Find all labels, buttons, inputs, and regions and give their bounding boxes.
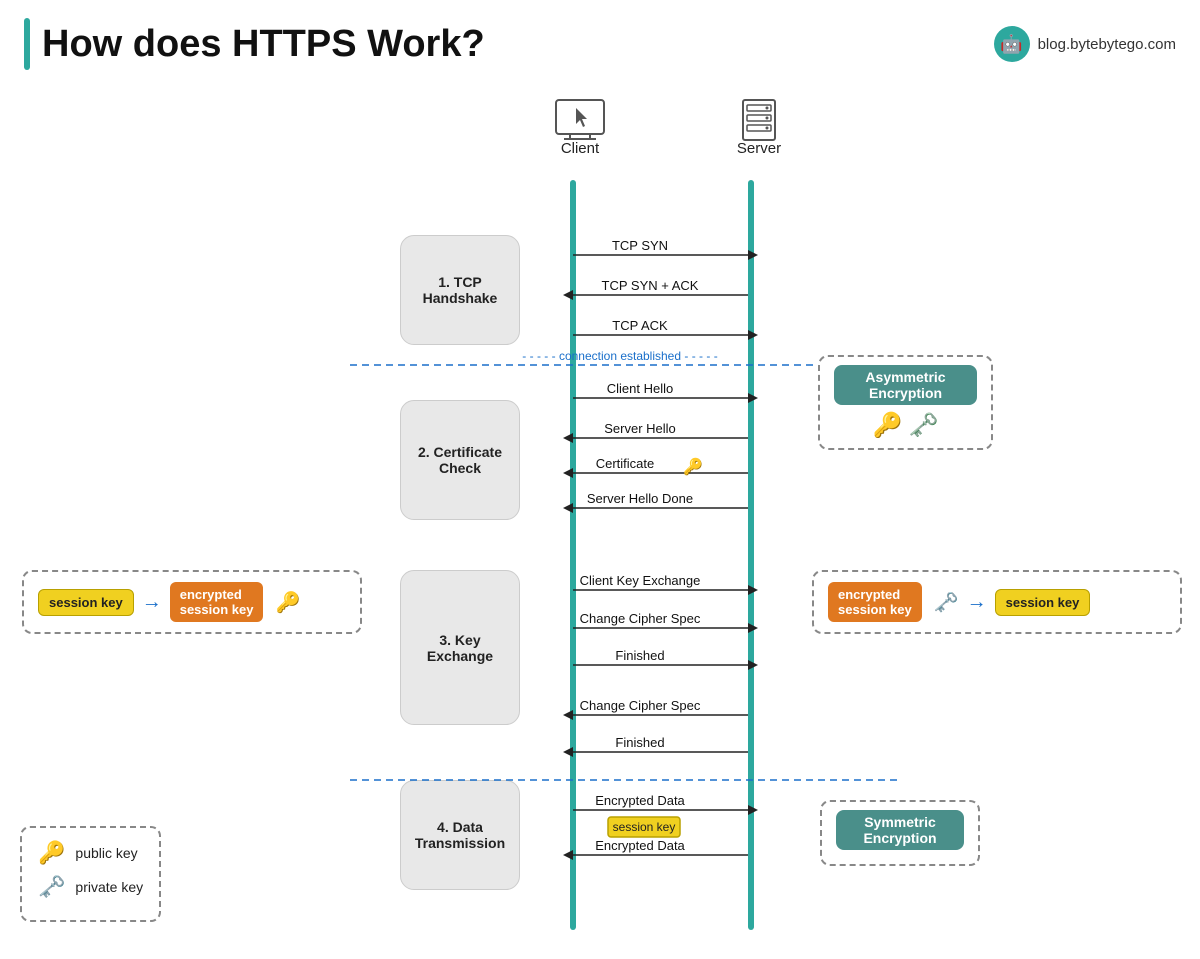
svg-text:TCP SYN + ACK: TCP SYN + ACK	[602, 278, 699, 293]
left-session-box: session key → encryptedsession key 🔑	[22, 570, 362, 634]
svg-text:Finished: Finished	[615, 735, 664, 750]
svg-text:Change Cipher Spec: Change Cipher Spec	[580, 698, 701, 713]
client-label: Client	[545, 140, 615, 157]
step3-box: 3. KeyExchange	[400, 570, 520, 725]
asymmetric-enc-title: AsymmetricEncryption	[834, 365, 977, 405]
step3-label: 3. KeyExchange	[427, 632, 493, 664]
svg-text:Encrypted Data: Encrypted Data	[595, 793, 685, 808]
svg-text:Client Key Exchange: Client Key Exchange	[580, 573, 701, 588]
page-title: How does HTTPS Work?	[42, 23, 485, 66]
server-vline	[748, 180, 754, 930]
svg-text:TCP SYN: TCP SYN	[612, 238, 668, 253]
right-session-arrow-icon: →	[967, 591, 987, 614]
asymmetric-enc-box: AsymmetricEncryption 🔑 🗝️	[818, 355, 993, 450]
step1-label: 1. TCPHandshake	[423, 274, 498, 306]
svg-text:🔑: 🔑	[683, 457, 703, 476]
svg-text:Finished: Finished	[615, 648, 664, 663]
brand-text: blog.bytebytego.com	[1038, 36, 1176, 53]
title-accent	[24, 18, 30, 70]
step4-label: 4. DataTransmission	[415, 819, 505, 851]
step2-box: 2. CertificateCheck	[400, 400, 520, 520]
legend-private-key: 🗝️ private key	[38, 874, 143, 900]
symmetric-enc-box: SymmetricEncryption	[820, 800, 980, 866]
step4-box: 4. DataTransmission	[400, 780, 520, 890]
legend-public-key-icon: 🔑	[38, 840, 65, 866]
legend-public-key-text: public key	[75, 845, 137, 861]
diagram: Client Server 1. TCPHandshake 2. Certifi…	[0, 80, 1200, 950]
left-session-arrow-icon: →	[142, 591, 162, 614]
title-bar: How does HTTPS Work? 🤖 blog.bytebytego.c…	[0, 0, 1200, 70]
legend-public-key: 🔑 public key	[38, 840, 143, 866]
left-encrypted-session-key: encryptedsession key	[170, 582, 264, 622]
right-private-key-icon: 🗝️	[934, 590, 959, 615]
right-session-key-label: session key	[995, 589, 1091, 616]
svg-text:Encrypted Data: Encrypted Data	[595, 838, 685, 853]
left-public-key-icon: 🔑	[275, 590, 300, 615]
asymmetric-enc-keys: 🔑 🗝️	[834, 411, 977, 440]
legend-box: 🔑 public key 🗝️ private key	[20, 826, 161, 922]
svg-text:TCP ACK: TCP ACK	[612, 318, 668, 333]
brand: 🤖 blog.bytebytego.com	[994, 26, 1176, 62]
symmetric-enc-title: SymmetricEncryption	[836, 810, 964, 850]
client-vline	[570, 180, 576, 930]
legend-private-key-text: private key	[75, 879, 143, 895]
step2-label: 2. CertificateCheck	[418, 444, 502, 476]
private-key-icon-asym: 🗝️	[909, 411, 939, 440]
svg-text:Server Hello: Server Hello	[604, 421, 676, 436]
step1-box: 1. TCPHandshake	[400, 235, 520, 345]
arrows-svg: TCP SYN TCP SYN + ACK TCP ACK - - - - - …	[0, 80, 1200, 950]
svg-text:- - - - - connection establish: - - - - - connection established - - - -…	[522, 349, 717, 363]
brand-logo: 🤖	[994, 26, 1030, 62]
svg-text:Certificate: Certificate	[596, 456, 655, 471]
svg-text:session key: session key	[613, 820, 676, 834]
right-session-box: encryptedsession key 🗝️ → session key	[812, 570, 1182, 634]
left-session-key-label: session key	[38, 589, 134, 616]
right-encrypted-session-key: encryptedsession key	[828, 582, 922, 622]
svg-text:Change Cipher Spec: Change Cipher Spec	[580, 611, 701, 626]
legend-private-key-icon: 🗝️	[38, 874, 65, 900]
svg-text:Server Hello Done: Server Hello Done	[587, 491, 693, 506]
title-left: How does HTTPS Work?	[24, 18, 485, 70]
public-key-icon-asym: 🔑	[873, 411, 903, 440]
page: How does HTTPS Work? 🤖 blog.bytebytego.c…	[0, 0, 1200, 959]
server-label: Server	[724, 140, 794, 157]
svg-text:Client Hello: Client Hello	[607, 381, 673, 396]
